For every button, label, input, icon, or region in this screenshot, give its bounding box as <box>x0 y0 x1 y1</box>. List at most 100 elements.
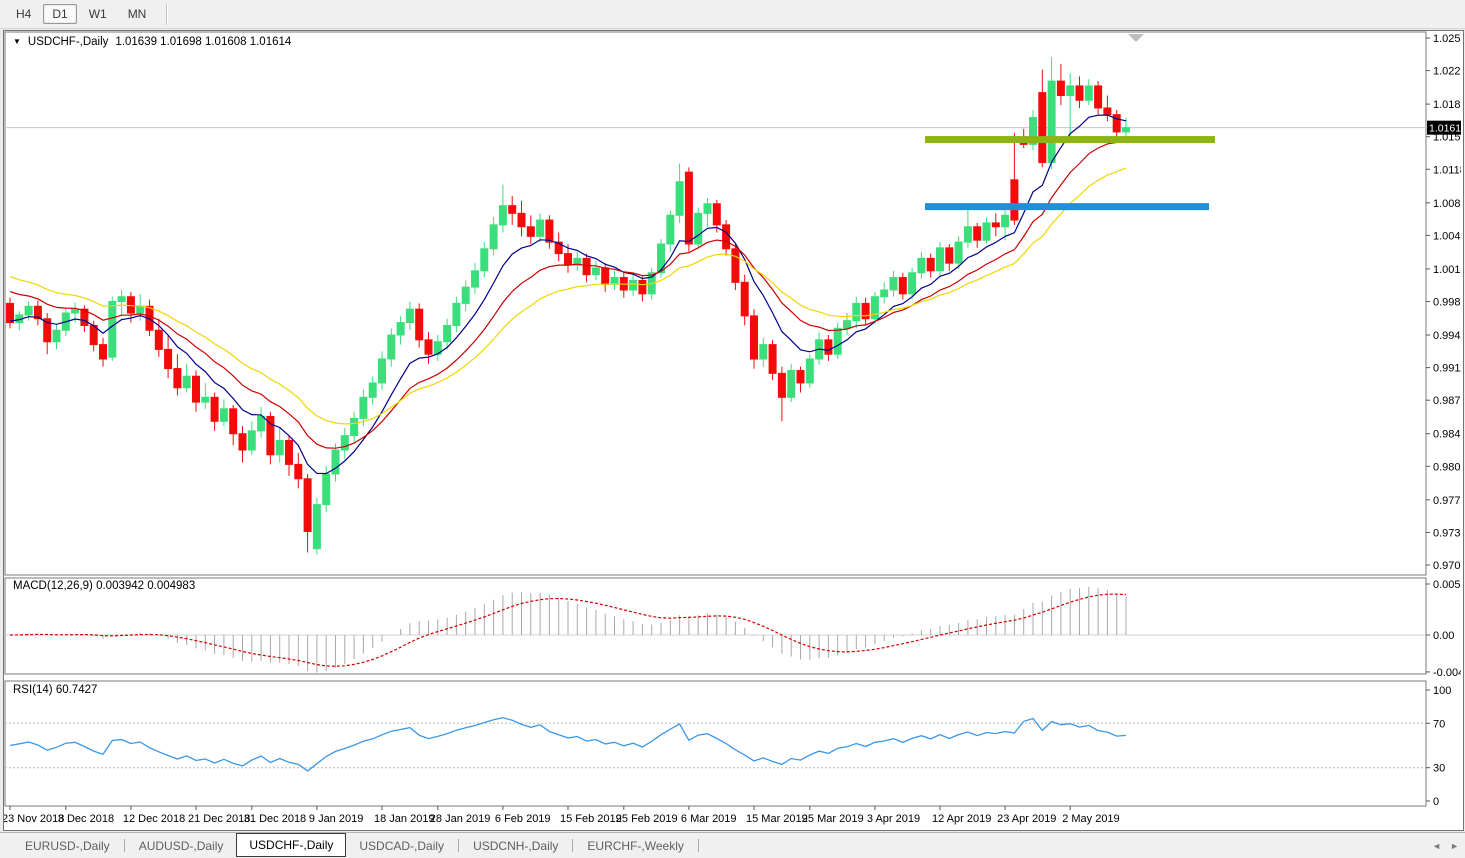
candles <box>7 57 1130 554</box>
candle-body <box>983 223 990 240</box>
candle-body <box>472 271 479 287</box>
date-axis-label: 23 Apr 2019 <box>997 813 1056 825</box>
symbol-name: USDCHF-,Daily <box>28 36 109 48</box>
macd-histogram <box>10 587 1126 673</box>
tab-eurchf-weekly[interactable]: EURCHF-,Weekly <box>574 836 696 856</box>
candle-body <box>592 268 599 275</box>
pane-frame-2 <box>5 681 1426 806</box>
price-axis-label: 0.97730 <box>1433 495 1461 507</box>
candle-body <box>193 376 200 402</box>
candle-body <box>583 258 590 274</box>
candle-body <box>109 302 116 358</box>
candle-body <box>992 223 999 227</box>
candle-body <box>323 474 330 505</box>
candle-body <box>974 227 981 240</box>
date-axis-label: 6 Mar 2019 <box>681 813 737 825</box>
candle-body <box>871 297 878 319</box>
candle-body <box>490 225 497 249</box>
candle-body <box>388 335 395 359</box>
candle-body <box>537 220 544 236</box>
candle-body <box>351 418 358 435</box>
candle-body <box>100 345 107 359</box>
chart-window[interactable]: 1.025501.022101.018601.015201.011801.008… <box>3 30 1464 831</box>
candle-body <box>844 321 851 329</box>
candle-body <box>778 373 785 397</box>
candle-body <box>286 440 293 464</box>
price-axis-label: 0.98080 <box>1433 461 1461 473</box>
candle-body <box>769 345 776 374</box>
candle-body <box>788 370 795 397</box>
candle-body <box>723 225 730 249</box>
fast-ma-line <box>10 115 1126 473</box>
date-axis-label: 9 Jan 2019 <box>309 813 363 825</box>
rsi-axis-label: 0 <box>1433 796 1439 808</box>
price-axis-label: 0.97050 <box>1433 560 1461 572</box>
tab-eurusd-daily[interactable]: EURUSD-,Daily <box>12 836 123 856</box>
candle-body <box>639 280 646 293</box>
candle-body <box>825 340 832 354</box>
candle-body <box>565 254 572 265</box>
candle-body <box>1104 108 1111 115</box>
macd-axis-label: 0.00597 <box>1433 579 1461 591</box>
candle-body <box>546 220 553 242</box>
candle-body <box>304 479 311 532</box>
candle-body <box>397 323 404 335</box>
pane-frame-0 <box>5 32 1426 575</box>
tab-usdchf-daily[interactable]: USDCHF-,Daily <box>236 833 346 857</box>
timeframe-toolbar: H4 D1 W1 MN <box>0 0 1465 29</box>
current-price-badge-text: 1.01614 <box>1429 123 1461 135</box>
tab-usdcad-daily[interactable]: USDCAD-,Daily <box>346 836 457 856</box>
candle-body <box>602 268 609 284</box>
candle-body <box>676 182 683 216</box>
date-axis-label: 12 Apr 2019 <box>932 813 991 825</box>
candle-body <box>713 204 720 225</box>
candle-body <box>797 370 804 382</box>
candle-body <box>239 434 246 450</box>
date-axis-label: 6 Feb 2019 <box>495 813 551 825</box>
timeframe-button-w1[interactable]: W1 <box>80 4 116 24</box>
macd-axis-label: -0.004243 <box>1433 667 1461 679</box>
tab-audusd-daily[interactable]: AUDUSD-,Daily <box>126 836 237 856</box>
tab-separator <box>572 839 573 852</box>
candle-body <box>258 416 265 430</box>
candle-body <box>518 213 525 226</box>
candle-body <box>462 287 469 303</box>
candle-body <box>211 397 218 421</box>
symbol-dropdown-icon[interactable]: ▼ <box>13 38 21 46</box>
price-axis-label: 1.00490 <box>1433 230 1461 242</box>
candle-body <box>25 306 32 315</box>
timeframe-button-mn[interactable]: MN <box>119 4 156 24</box>
candle-body <box>685 172 692 244</box>
candle-body <box>667 215 674 244</box>
tab-scroll-left-icon[interactable]: ◄ <box>1432 841 1441 851</box>
price-axis-label: 0.97390 <box>1433 527 1461 539</box>
candle-body <box>137 306 144 313</box>
candle-body <box>248 431 255 450</box>
date-axis-label: 23 Nov 2018 <box>4 813 64 825</box>
date-axis-label: 28 Jan 2019 <box>430 813 491 825</box>
tab-usdcnh-daily[interactable]: USDCNH-,Daily <box>460 836 571 856</box>
candle-body <box>881 290 888 297</box>
candle-body <box>127 297 134 313</box>
candle-body <box>741 282 748 316</box>
candle-body <box>444 325 451 341</box>
date-axis-label: 25 Feb 2019 <box>616 813 678 825</box>
timeframe-button-d1[interactable]: D1 <box>43 4 76 24</box>
price-axis-label: 1.01180 <box>1433 164 1461 176</box>
tab-separator <box>458 839 459 852</box>
timeframe-button-h4[interactable]: H4 <box>7 4 40 24</box>
chart-canvas[interactable]: 1.025501.022101.018601.015201.011801.008… <box>4 31 1461 828</box>
candle-body <box>1057 81 1064 95</box>
candle-body <box>1095 86 1102 108</box>
candle-body <box>899 278 906 294</box>
tab-scroll-right-icon[interactable]: ► <box>1450 841 1459 851</box>
candle-body <box>1002 215 1009 226</box>
candle-body <box>937 248 944 271</box>
candle-body <box>927 258 934 270</box>
candle-body <box>499 206 506 225</box>
resistance-line <box>925 136 1215 143</box>
price-axis-label: 0.98770 <box>1433 395 1461 407</box>
candle-body <box>834 328 841 354</box>
candle-body <box>862 303 869 318</box>
tab-separator <box>698 839 699 852</box>
